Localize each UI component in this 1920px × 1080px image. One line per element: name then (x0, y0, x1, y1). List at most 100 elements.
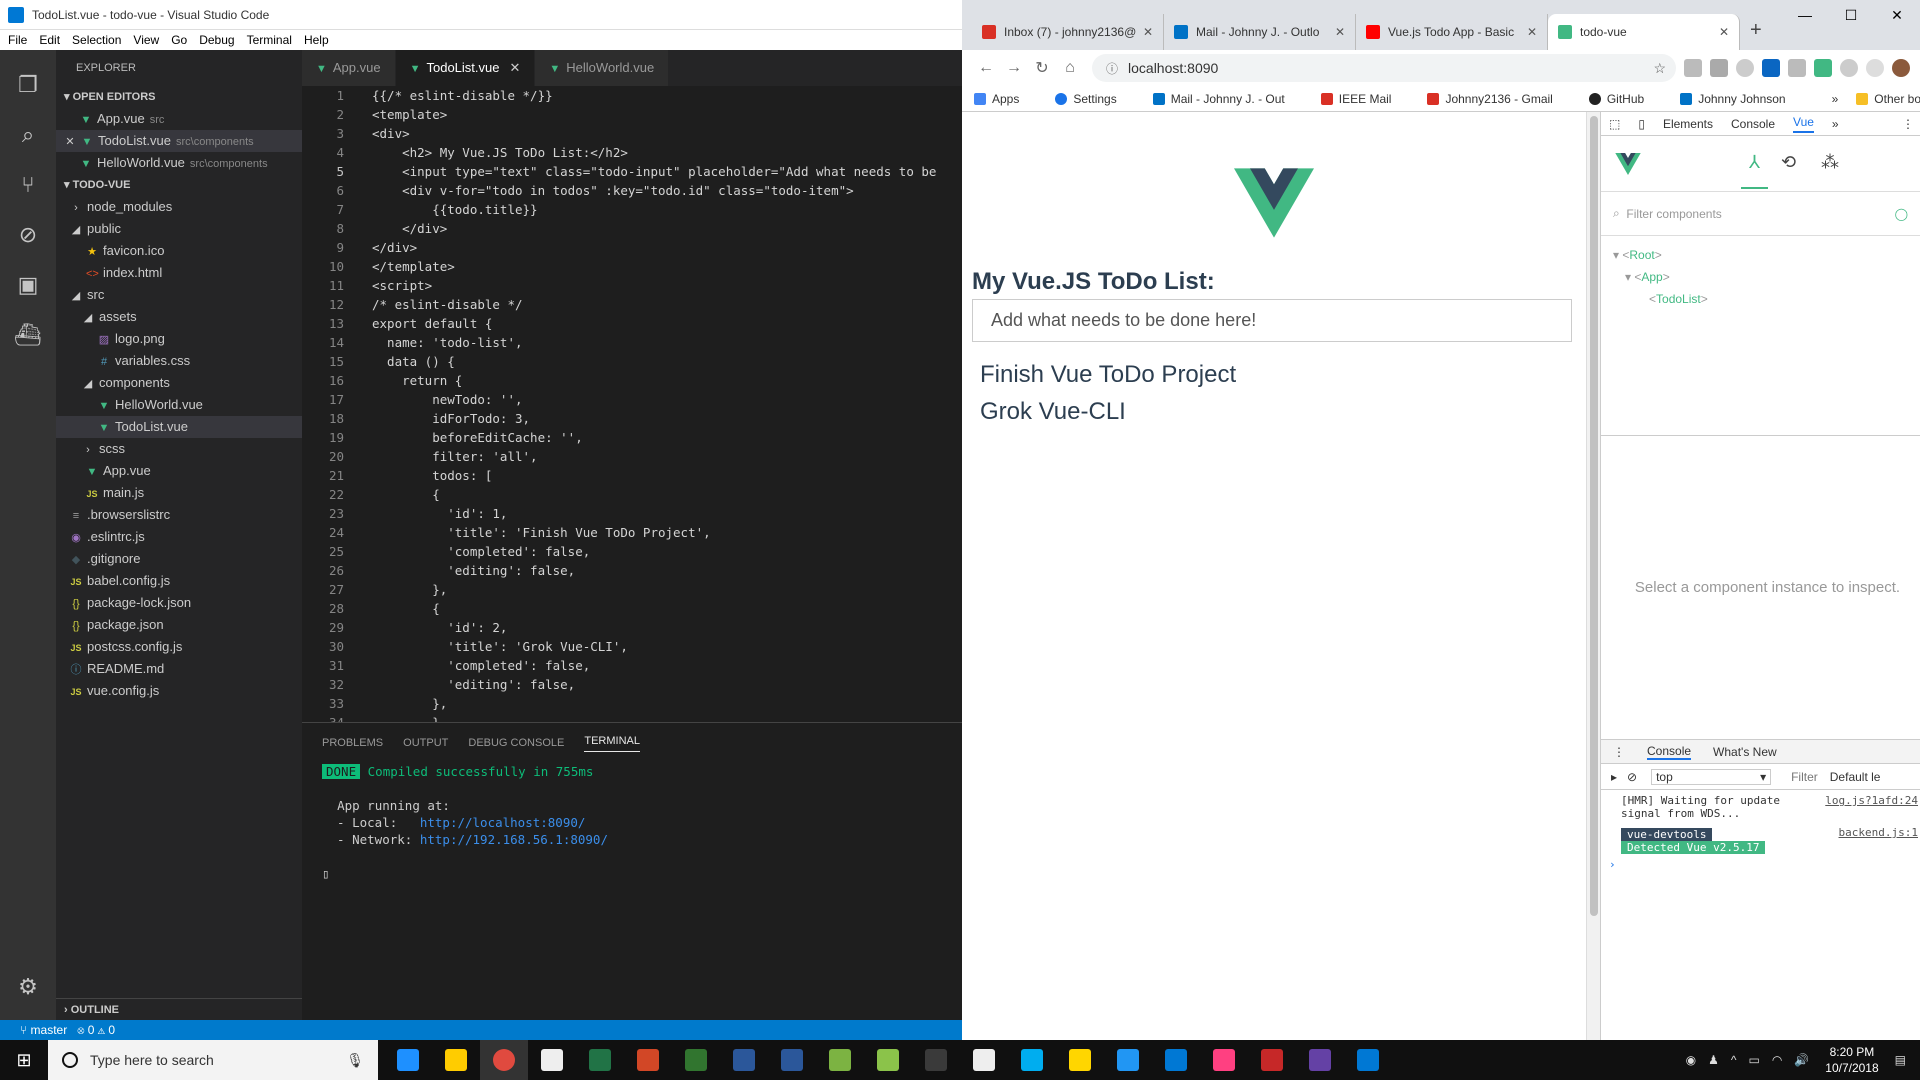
open-editor-item[interactable]: ▼ HelloWorld.vue src\components (56, 152, 302, 174)
console-filter[interactable]: Filter (1791, 770, 1818, 784)
taskbar-app-icon[interactable] (1296, 1040, 1344, 1080)
code-line[interactable]: 33 }, (302, 694, 962, 713)
tree-item[interactable]: ⓘ README.md (56, 658, 302, 680)
menu-view[interactable]: View (133, 33, 159, 47)
taskbar-app-icon[interactable] (912, 1040, 960, 1080)
sidebar-toggle-icon[interactable]: ▸ (1611, 770, 1617, 784)
code-line[interactable]: 17 newTodo: '', (302, 390, 962, 409)
tree-item[interactable]: ▼ TodoList.vue (56, 416, 302, 438)
context-select[interactable]: top ▾ (1651, 768, 1772, 785)
terminal-output[interactable]: DONE Compiled successfully in 755ms App … (302, 763, 962, 882)
taskbar-app-icon[interactable] (816, 1040, 864, 1080)
code-line[interactable]: 12 /* eslint-disable */ (302, 295, 962, 314)
code-line[interactable]: 11 <script> (302, 276, 962, 295)
taskbar-app-icon[interactable] (528, 1040, 576, 1080)
tree-item[interactable]: JS babel.config.js (56, 570, 302, 592)
code-line[interactable]: 5 <input type="text" class="todo-input" … (302, 162, 962, 181)
branch-indicator[interactable]: ⑂ master (20, 1023, 67, 1037)
more-bookmarks-icon[interactable]: » (1832, 92, 1839, 106)
bookmark-johnny[interactable]: Johnny Johnson (1680, 92, 1803, 106)
drawer-menu-icon[interactable]: ⋮ (1613, 745, 1625, 759)
log-source-link[interactable]: backend.js:1 (1839, 826, 1918, 839)
tab-todolist-vue[interactable]: ▼ TodoList.vue ✕ (395, 50, 536, 86)
tree-node-root[interactable]: ▾ <Root> (1613, 244, 1920, 266)
browser-tab[interactable]: Mail - Johnny J. - Outlo ✕ (1164, 14, 1356, 50)
open-editor-item[interactable]: ✕ ▼ TodoList.vue src\components (56, 130, 302, 152)
device-toggle-icon[interactable]: ▯ (1638, 117, 1645, 131)
problems-indicator[interactable]: ⊗ 0 ⚠ 0 (77, 1023, 115, 1037)
tree-item[interactable]: {} package.json (56, 614, 302, 636)
tree-item[interactable]: ◆ .gitignore (56, 548, 302, 570)
console-prompt[interactable]: › (1609, 858, 1920, 871)
minimize-icon[interactable]: — (1782, 0, 1828, 30)
menu-edit[interactable]: Edit (39, 33, 60, 47)
extension-icon[interactable] (1736, 59, 1754, 77)
open-editor-item[interactable]: ▼ App.vue src (56, 108, 302, 130)
browser-tab[interactable]: Vue.js Todo App - Basic ✕ (1356, 14, 1548, 50)
tab-console-drawer[interactable]: Console (1647, 744, 1692, 760)
code-line[interactable]: 8 </div> (302, 219, 962, 238)
code-line[interactable]: 27 }, (302, 580, 962, 599)
search-icon[interactable]: ⌕ (14, 121, 42, 149)
tree-item[interactable]: ▨ logo.png (56, 328, 302, 350)
tree-item[interactable]: ▼ App.vue (56, 460, 302, 482)
taskbar-app-icon[interactable] (624, 1040, 672, 1080)
code-line[interactable]: 10 </template> (302, 257, 962, 276)
tree-item[interactable]: JS postcss.config.js (56, 636, 302, 658)
tab-helloworld-vue[interactable]: ▼ HelloWorld.vue (535, 50, 670, 86)
bookmark-settings[interactable]: Settings (1055, 92, 1134, 106)
linkedin-icon[interactable] (1762, 59, 1780, 77)
code-line[interactable]: 32 'editing': false, (302, 675, 962, 694)
taskbar-app-icon[interactable] (1200, 1040, 1248, 1080)
avatar[interactable] (1892, 59, 1910, 77)
taskbar-app-icon[interactable] (1344, 1040, 1392, 1080)
code-line[interactable]: 3 <div> (302, 124, 962, 143)
code-line[interactable]: 13 export default { (302, 314, 962, 333)
code-line[interactable]: 28 { (302, 599, 962, 618)
menu-debug[interactable]: Debug (199, 33, 234, 47)
tab-output[interactable]: OUTPUT (403, 737, 448, 749)
tree-node-app[interactable]: ▾ <App> (1613, 266, 1920, 288)
volume-icon[interactable]: 🔊 (1794, 1053, 1809, 1067)
forward-icon[interactable]: → (1000, 59, 1028, 77)
tab-elements[interactable]: Elements (1663, 117, 1713, 131)
code-editor[interactable]: 1 {{/* eslint-disable */}} 2 <template> 3 <di… (302, 86, 962, 722)
open-editors-header[interactable]: ▾ OPEN EDITORS (56, 86, 302, 108)
browser-tab[interactable]: Inbox (7) - johnny2136@ ✕ (972, 14, 1164, 50)
bookmark-star-icon[interactable]: ☆ (1653, 60, 1666, 77)
more-tabs-icon[interactable]: » (1832, 117, 1839, 131)
log-levels[interactable]: Default le (1830, 770, 1881, 784)
menu-file[interactable]: File (8, 33, 27, 47)
menu-go[interactable]: Go (171, 33, 187, 47)
taskbar-app-icon[interactable] (672, 1040, 720, 1080)
source-control-icon[interactable]: ⑂ (14, 171, 42, 199)
bookmark-outlook[interactable]: Mail - Johnny J. - Out (1152, 92, 1303, 106)
notifications-icon[interactable]: ▤ (1895, 1053, 1906, 1067)
log-source-link[interactable]: log.js?1afd:24 (1825, 794, 1918, 807)
taskbar-app-icon[interactable] (480, 1040, 528, 1080)
microphone-icon[interactable]: 🎙 (346, 1052, 364, 1069)
extension-icon[interactable] (1684, 59, 1702, 77)
info-icon[interactable]: ⓘ (1106, 60, 1118, 77)
components-tab-icon[interactable]: ⅄ (1741, 152, 1768, 189)
wifi-icon[interactable]: ◠ (1772, 1053, 1782, 1067)
history-icon[interactable]: ⟲ (1781, 152, 1796, 173)
code-line[interactable]: 1 {{/* eslint-disable */}} (302, 86, 962, 105)
outline-header[interactable]: › OUTLINE (56, 998, 302, 1020)
maximize-icon[interactable]: ☐ (1828, 0, 1874, 30)
tree-item[interactable]: ≡ .browserslistrc (56, 504, 302, 526)
tab-vue[interactable]: Vue (1793, 115, 1814, 133)
code-line[interactable]: 25 'completed': false, (302, 542, 962, 561)
tree-node-todolist[interactable]: <TodoList> (1613, 288, 1920, 310)
tab-console[interactable]: Console (1731, 117, 1775, 131)
code-line[interactable]: 26 'editing': false, (302, 561, 962, 580)
taskbar-search[interactable]: Type here to search 🎙 (48, 1040, 378, 1080)
code-line[interactable]: 29 'id': 2, (302, 618, 962, 637)
page-scrollbar[interactable] (1586, 112, 1600, 1040)
extension-icon[interactable] (1788, 59, 1806, 77)
clock[interactable]: 8:20 PM 10/7/2018 (1825, 1044, 1878, 1076)
code-line[interactable]: 24 'title': 'Finish Vue ToDo Project', (302, 523, 962, 542)
extensions-icon[interactable]: ▣ (14, 271, 42, 299)
tree-item[interactable]: ◢ src (56, 284, 302, 306)
debug-icon[interactable]: ⊘ (14, 221, 42, 249)
